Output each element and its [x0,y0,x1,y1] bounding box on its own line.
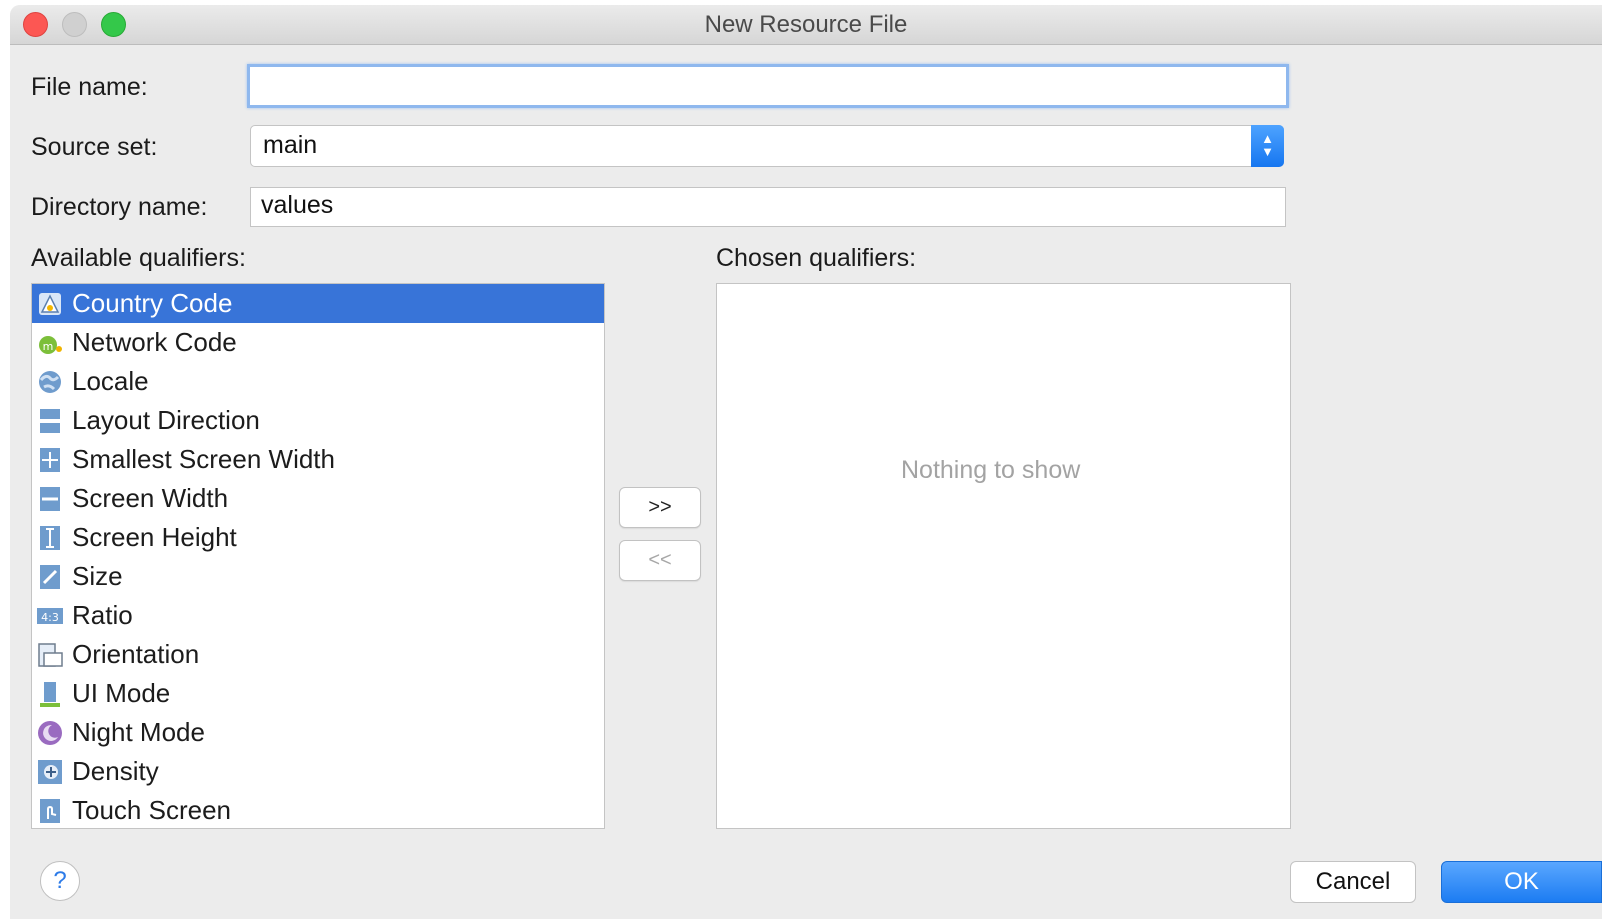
qualifier-item-screen-width[interactable]: Screen Width [32,479,604,518]
globe-icon [36,368,64,396]
svg-text:m: m [43,340,54,353]
qualifier-label: Orientation [72,639,200,669]
qualifier-item-orientation[interactable]: Orientation [32,635,604,674]
qualifier-item-locale[interactable]: Locale [32,362,604,401]
ok-button[interactable]: OK [1441,861,1602,903]
qualifier-label: Ratio [72,600,133,630]
qualifier-label: Layout Direction [72,405,260,435]
qualifier-label: Country Code [72,288,233,318]
chosen-qualifiers-list[interactable]: Nothing to show [716,283,1291,829]
qualifier-item-size[interactable]: Size [32,557,604,596]
qualifier-label: Smallest Screen Width [72,444,335,474]
ratio-icon: 4:3 [36,602,64,630]
title-bar: New Resource File [10,5,1602,45]
window-title: New Resource File [704,11,908,38]
directory-name-label: Directory name: [31,193,208,221]
qualifier-label: Size [72,561,123,591]
smallest-width-icon [36,446,64,474]
directory-name-field[interactable]: values [250,187,1286,227]
qualifier-label: Locale [72,366,149,396]
help-button[interactable]: ? [40,861,80,901]
qualifier-label: UI Mode [72,678,171,708]
add-qualifier-button[interactable]: >> [619,487,701,528]
qualifier-label: Network Code [72,327,237,357]
network-code-icon: m [36,329,64,357]
source-set-value: main [263,131,318,159]
new-resource-file-dialog: New Resource File File name: Source set:… [10,5,1602,919]
qualifier-item-country-code[interactable]: Country Code [32,284,604,323]
density-icon [36,758,64,786]
touch-screen-icon [36,797,64,825]
screen-width-icon [36,485,64,513]
qualifier-item-ui-mode[interactable]: UI Mode [32,674,604,713]
available-qualifiers-label: Available qualifiers: [31,244,246,272]
country-code-icon [36,290,64,318]
qualifier-item-smallest-screen-width[interactable]: Smallest Screen Width [32,440,604,479]
chevron-up-down-icon: ▲ ▼ [1251,125,1284,167]
file-name-field[interactable] [247,64,1289,108]
qualifier-label: Night Mode [72,717,205,747]
chosen-qualifiers-label: Chosen qualifiers: [716,244,917,272]
qualifier-item-layout-direction[interactable]: Layout Direction [32,401,604,440]
qualifier-item-touch-screen[interactable]: Touch Screen [32,791,604,828]
qualifier-item-night-mode[interactable]: Night Mode [32,713,604,752]
qualifier-item-screen-height[interactable]: Screen Height [32,518,604,557]
qualifier-label: Density [72,756,159,786]
qualifier-label: Screen Width [72,483,229,513]
svg-text:4:3: 4:3 [41,611,59,624]
source-set-select[interactable]: main ▲ ▼ [250,125,1284,167]
empty-state-text: Nothing to show [901,456,1081,484]
ui-mode-icon [36,680,64,708]
screen-height-icon [36,524,64,552]
qualifier-label: Touch Screen [72,795,231,825]
available-qualifiers-list[interactable]: Country Code m Network Code Locale Layout Di… [31,283,605,829]
qualifier-item-network-code[interactable]: m Network Code [32,323,604,362]
qualifier-item-density[interactable]: Density [32,752,604,791]
orientation-icon [36,641,64,669]
night-mode-icon [36,719,64,747]
remove-qualifier-button[interactable]: << [619,540,701,581]
layout-direction-icon [36,407,64,435]
cancel-button[interactable]: Cancel [1290,861,1416,903]
file-name-label: File name: [31,73,148,101]
size-icon [36,563,64,591]
source-set-label: Source set: [31,133,158,161]
qualifier-item-ratio[interactable]: 4:3 Ratio [32,596,604,635]
qualifier-label: Screen Height [72,522,237,552]
